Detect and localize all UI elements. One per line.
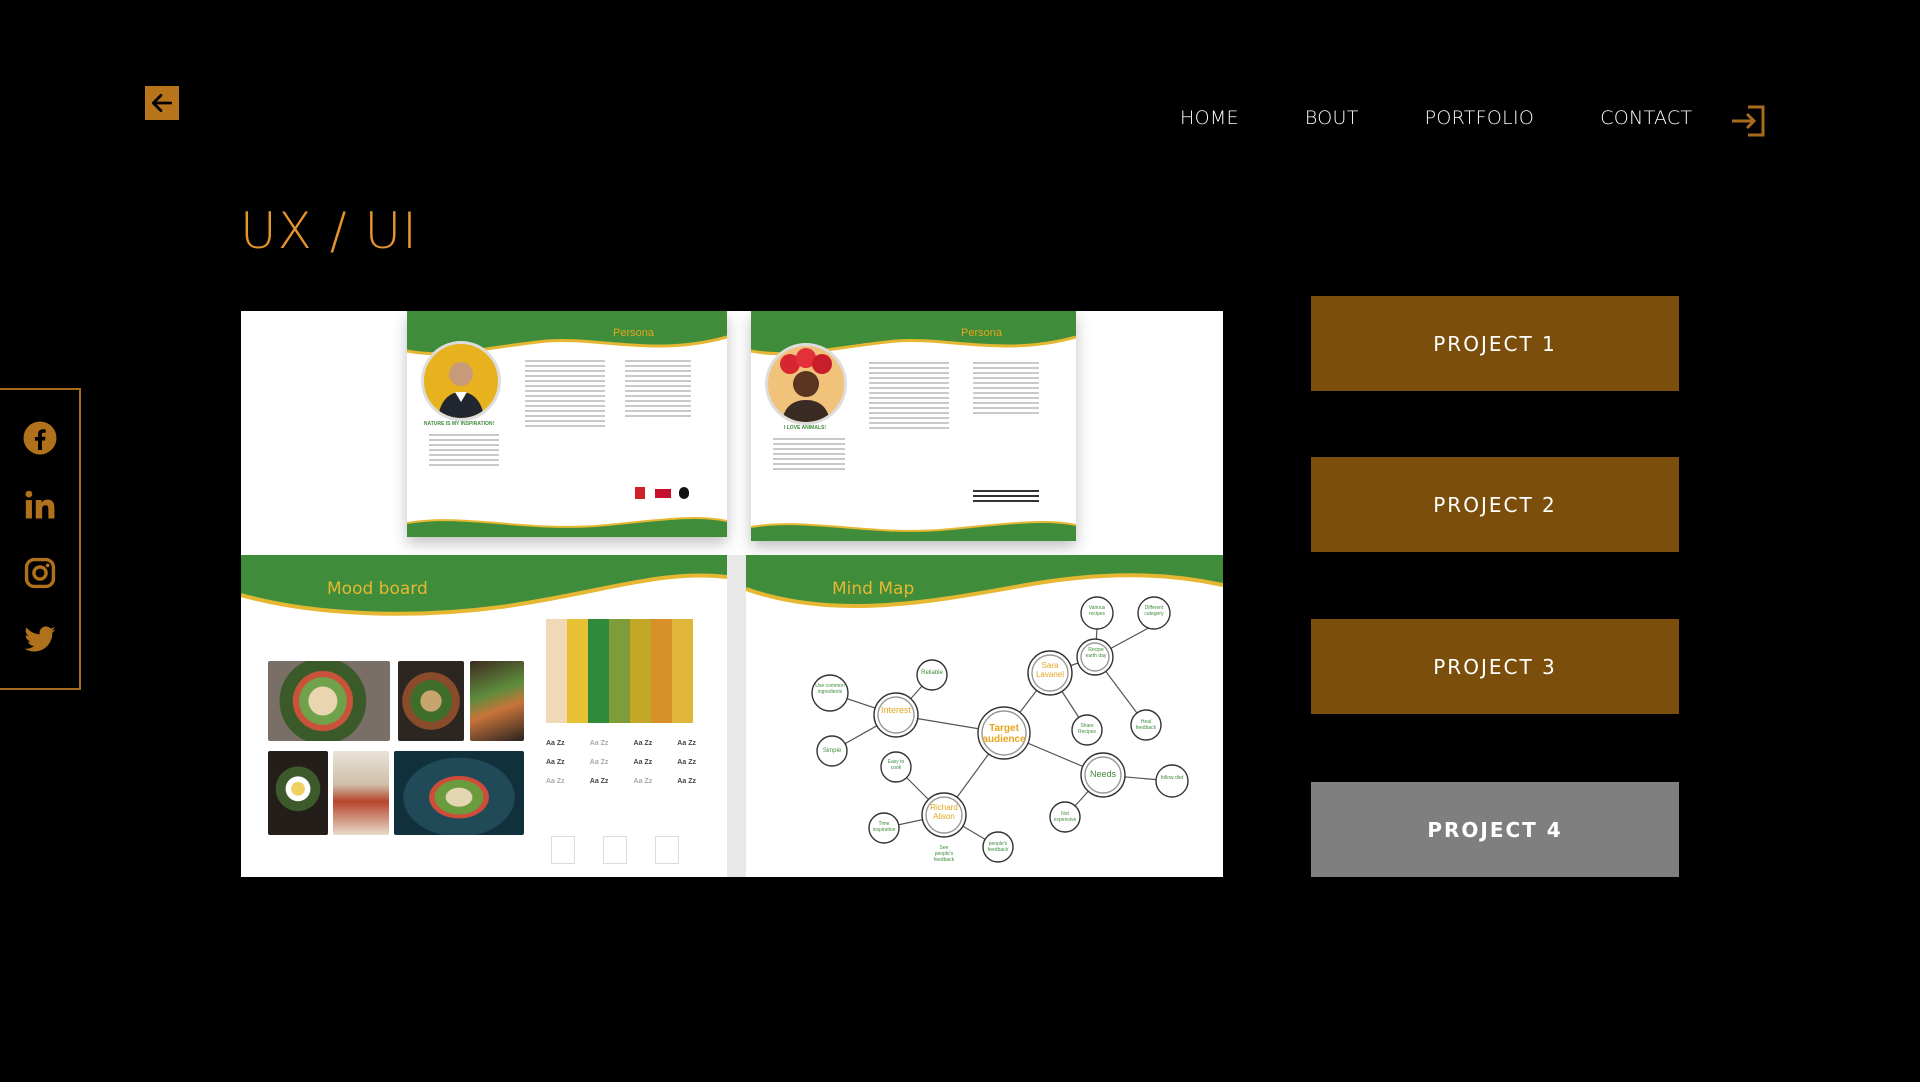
project-preview-image: Persona NATURE IS MY INSPIRATION! Person…	[241, 311, 1223, 877]
mind-node-richard: Richard Alison	[930, 803, 958, 821]
green-wave-bottom	[407, 517, 727, 537]
nav-contact[interactable]: CONTACT	[1600, 106, 1692, 130]
nav-portfolio[interactable]: PORTFOLIO	[1425, 106, 1535, 130]
mind-node-peoples: people's feedback	[987, 841, 1009, 853]
mind-node-sara: Sara Lavanel	[1035, 661, 1065, 679]
persona-avatar	[765, 343, 847, 425]
persona-quote: I LOVE ANIMALS!	[783, 425, 827, 431]
social-sidebar	[0, 388, 81, 690]
brand-logo-news	[655, 489, 671, 498]
mood-board-panel: Mood board Aa Zz Aa Zz Aa Zz Aa Zz Aa Zz Aa …	[241, 555, 727, 877]
food-photo-platter	[394, 751, 524, 835]
persona-motivation	[973, 359, 1039, 417]
mind-map-panel: Mind Map Target audience Interest Sara L…	[746, 555, 1223, 877]
mind-node-various: Various recipes	[1088, 605, 1106, 617]
linkedin-icon[interactable]	[20, 485, 60, 525]
persona-bio	[869, 359, 949, 432]
persona-label: Persona	[961, 327, 1002, 339]
instagram-icon[interactable]	[20, 553, 60, 593]
mind-node-not: Not expensive	[1053, 811, 1077, 823]
persona-avatar	[421, 341, 501, 421]
project-2-button[interactable]: PROJECT 2	[1311, 457, 1679, 552]
icon-sample	[655, 836, 679, 864]
persona-details	[429, 431, 499, 469]
mind-node-time: Time inspiration	[872, 821, 896, 833]
persona-brands	[973, 487, 1039, 505]
persona-motivation	[625, 357, 691, 420]
mind-node-follow: follow diet	[1160, 775, 1184, 781]
panel-divider	[727, 555, 746, 877]
persona-card-2: Persona I LOVE ANIMALS!	[751, 311, 1076, 541]
persona-details	[773, 435, 845, 473]
food-photo-egg	[268, 751, 328, 835]
persona-quote: NATURE IS MY INSPIRATION!	[423, 421, 495, 427]
back-button[interactable]	[145, 86, 179, 120]
persona-card-1: Persona NATURE IS MY INSPIRATION!	[407, 311, 727, 537]
mind-node-recipe-every: Recipe earth day	[1085, 647, 1107, 659]
mind-node-see: See people's feedback	[933, 845, 955, 863]
project-1-button[interactable]: PROJECT 1	[1311, 296, 1679, 391]
mind-node-simple: Simple	[822, 748, 842, 754]
nav-home[interactable]: HOME	[1180, 106, 1239, 130]
persona-label: Persona	[613, 327, 654, 339]
page-title: UX / UI	[240, 202, 418, 260]
twitter-icon[interactable]	[20, 620, 60, 660]
food-photo-plate	[470, 661, 524, 741]
mind-node-interest: Interest	[880, 705, 911, 715]
mind-node-reliable: Reliable	[921, 670, 943, 676]
typography-samples: Aa Zz Aa Zz Aa Zz Aa Zz Aa Zz Aa Zz Aa Zz Aa Z…	[546, 740, 696, 785]
icon-sample	[551, 836, 575, 864]
project-4-button[interactable]: PROJECT 4	[1311, 782, 1679, 877]
mind-node-needs: Needs	[1089, 769, 1116, 779]
food-photo-salad	[398, 661, 464, 741]
persona-bio	[525, 357, 605, 430]
facebook-icon[interactable]	[20, 418, 60, 458]
mind-node-use-common: Use common ingredients	[815, 683, 845, 695]
main-nav: HOME BOUT PORTFOLIO CONTACT	[1180, 98, 1768, 138]
mind-node-heal: Heal feedback	[1135, 719, 1157, 731]
color-palette	[546, 619, 693, 723]
green-wave	[241, 555, 727, 616]
brand-logo-apple	[679, 487, 689, 499]
brand-logo-red	[635, 487, 645, 499]
green-wave-bottom	[751, 521, 1076, 541]
food-photo-cutting	[333, 751, 389, 835]
food-photo-bowl	[268, 661, 390, 741]
arrow-left-icon	[151, 94, 173, 112]
mood-board-label: Mood board	[327, 579, 428, 599]
login-icon[interactable]	[1728, 104, 1768, 138]
project-3-button[interactable]: PROJECT 3	[1311, 619, 1679, 714]
mind-node-different: Different category	[1144, 605, 1164, 617]
mind-node-share: Share Recipes	[1077, 723, 1097, 735]
mind-node-easy: Easy to cook	[887, 759, 905, 771]
mind-map-diagram: Target audience	[811, 596, 1189, 863]
nav-about[interactable]: BOUT	[1305, 106, 1359, 130]
icon-sample	[603, 836, 627, 864]
